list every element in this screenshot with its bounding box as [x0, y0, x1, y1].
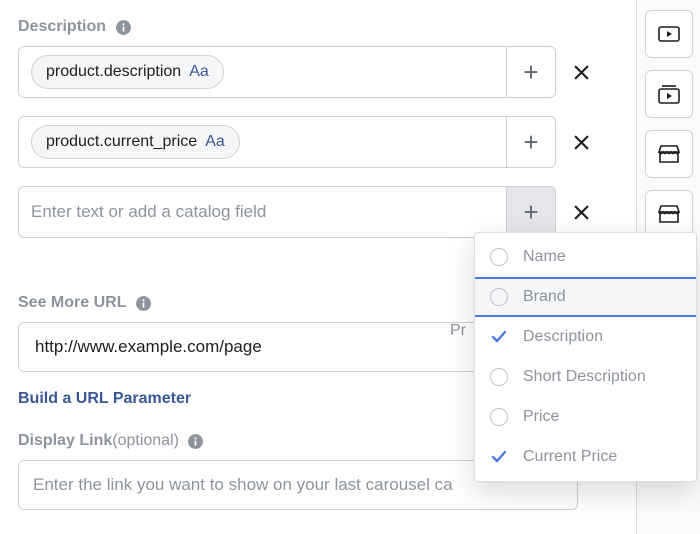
remove-row-button[interactable]	[562, 46, 600, 98]
dropdown-option-description[interactable]: Description	[475, 317, 696, 357]
dropdown-option-label: Short Description	[523, 368, 646, 386]
circle-icon	[490, 368, 508, 386]
dropdown-option-current-price[interactable]: Current Price	[475, 437, 696, 477]
dropdown-option-name[interactable]: Name	[475, 237, 696, 277]
remove-row-button[interactable]	[562, 116, 600, 168]
check-icon	[489, 327, 509, 347]
circle-icon	[490, 408, 508, 426]
catalog-field-dropdown[interactable]: Name Brand Description Short Description…	[474, 232, 697, 482]
display-link-optional: (optional)	[112, 432, 179, 450]
check-icon	[489, 447, 509, 467]
dropdown-option-brand[interactable]: Brand	[475, 277, 696, 317]
token-text: product.description	[46, 63, 181, 81]
rail-shop-icon-2[interactable]	[645, 190, 693, 238]
description-row-2: product.current_price Aa +	[18, 116, 600, 168]
dropdown-option-short-description[interactable]: Short Description	[475, 357, 696, 397]
circle-icon	[490, 288, 508, 306]
add-field-button[interactable]: +	[506, 46, 556, 98]
display-link-placeholder: Enter the link you want to show on your …	[33, 475, 453, 495]
dropdown-option-label: Price	[523, 408, 559, 426]
description-placeholder: Enter text or add a catalog field	[31, 202, 266, 222]
add-field-button[interactable]: +	[506, 116, 556, 168]
see-more-url-label: See More URL	[18, 294, 126, 312]
token-text: product.current_price	[46, 133, 197, 151]
text-transform-toggle[interactable]: Aa	[189, 63, 209, 81]
preview-label-fragment: Pr	[450, 322, 466, 340]
token-product-description[interactable]: product.description Aa	[31, 55, 224, 89]
token-product-current-price[interactable]: product.current_price Aa	[31, 125, 240, 159]
info-icon[interactable]	[114, 18, 132, 36]
description-label: Description	[18, 18, 106, 36]
rail-video-icon[interactable]	[645, 10, 693, 58]
rail-shop-icon[interactable]	[645, 130, 693, 178]
circle-icon	[490, 248, 508, 266]
rail-video-stack-icon[interactable]	[645, 70, 693, 118]
add-field-button-active[interactable]: +	[506, 186, 556, 238]
dropdown-option-label: Name	[523, 248, 566, 266]
dropdown-option-price[interactable]: Price	[475, 397, 696, 437]
text-transform-toggle[interactable]: Aa	[205, 133, 225, 151]
info-icon[interactable]	[134, 294, 152, 312]
description-input-1[interactable]: product.description Aa	[18, 46, 506, 98]
remove-row-button[interactable]	[562, 186, 600, 238]
dropdown-option-label: Description	[523, 328, 603, 346]
description-input-2[interactable]: product.current_price Aa	[18, 116, 506, 168]
description-row-1: product.description Aa +	[18, 46, 600, 98]
description-row-3: Enter text or add a catalog field +	[18, 186, 600, 238]
dropdown-option-label: Current Price	[523, 448, 617, 466]
description-input-3[interactable]: Enter text or add a catalog field	[18, 186, 506, 238]
info-icon[interactable]	[187, 432, 205, 450]
description-label-row: Description	[18, 18, 600, 36]
dropdown-option-label: Brand	[523, 288, 566, 306]
display-link-label: Display Link	[18, 432, 112, 450]
